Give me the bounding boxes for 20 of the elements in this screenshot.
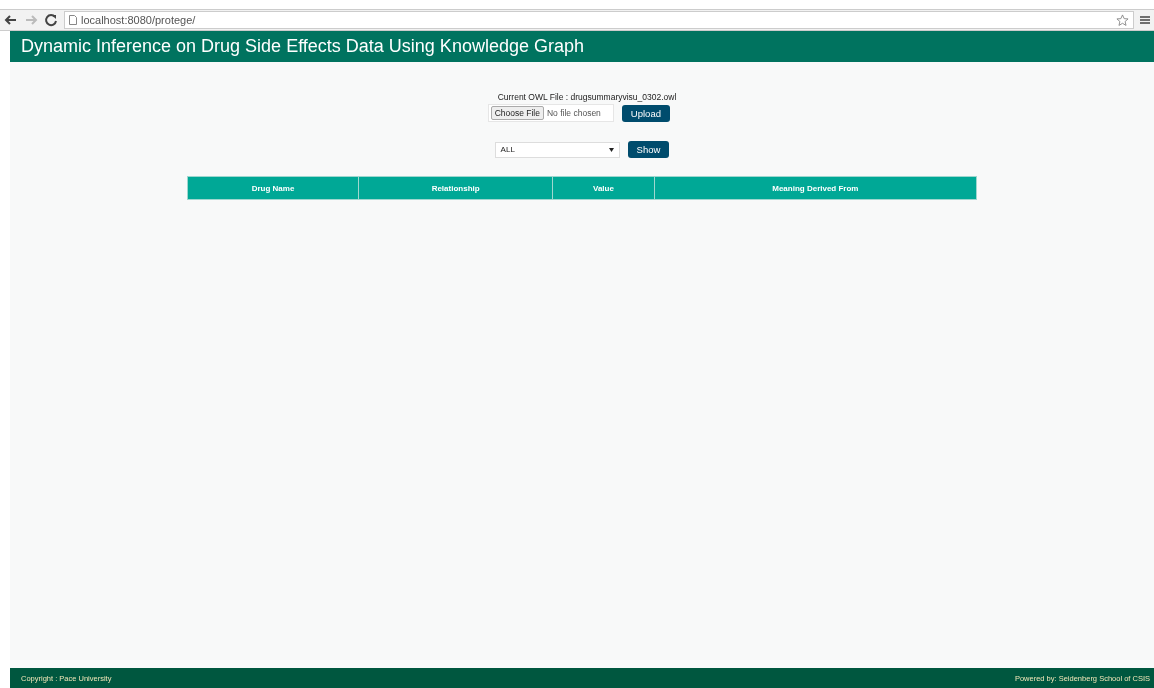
current-file-label: Current OWL File : drugsummaryvisu_0302.owl [497, 92, 677, 102]
dropdown-caret-icon [608, 147, 614, 152]
column-header: Drug Name [187, 176, 359, 200]
reload-icon[interactable] [44, 13, 58, 27]
column-header: Value [552, 176, 655, 200]
filter-dropdown[interactable]: ALL [494, 141, 620, 158]
file-status: No file chosen [547, 108, 602, 118]
column-header: Meaning Derived From [654, 176, 977, 200]
menu-icon[interactable] [1140, 15, 1150, 25]
upload-button[interactable]: Upload [621, 104, 670, 122]
page-title: Dynamic Inference on Drug Side Effects Data Using Knowledge Graph [21, 36, 584, 57]
choose-file-button[interactable]: Choose File [490, 106, 544, 120]
back-icon[interactable] [4, 13, 18, 27]
star-icon[interactable] [1116, 13, 1129, 27]
address-bar[interactable]: localhost:8080/protege/ [64, 11, 1134, 29]
file-input[interactable]: Choose File No file chosen [487, 104, 614, 122]
show-button[interactable]: Show [627, 141, 670, 158]
url-text: localhost:8080/protege/ [81, 14, 196, 26]
column-header: Relationship [358, 176, 553, 200]
page-icon [69, 15, 77, 25]
